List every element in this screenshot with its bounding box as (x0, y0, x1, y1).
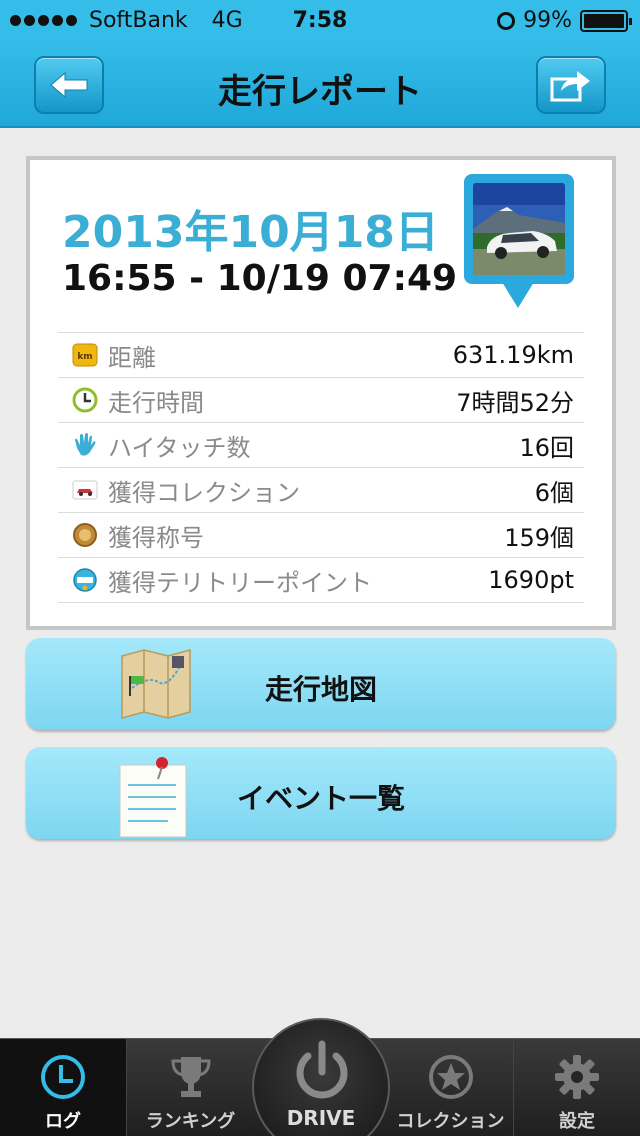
drive-label: DRIVE (286, 1106, 356, 1130)
tab-collection[interactable]: コレクション (388, 1039, 514, 1136)
trophy-icon (170, 1057, 211, 1097)
drive-map-label: 走行地図 (264, 673, 377, 706)
car-card-icon (72, 477, 98, 503)
stat-label: ハイタッチ数 (108, 433, 251, 462)
stat-row-collection: 獲得コレクション 6個 (58, 468, 584, 513)
stat-row-distance: km 距離 631.19km (58, 333, 584, 378)
drive-map-button[interactable]: 走行地図 (26, 638, 616, 730)
tab-label: コレクション (396, 1111, 505, 1132)
medal-icon (72, 522, 98, 548)
tab-label: ログ (45, 1111, 81, 1132)
power-icon (296, 1040, 348, 1099)
spot-icon (72, 567, 98, 593)
tab-log[interactable]: ログ (0, 1039, 126, 1136)
drive-report-card: 2013年10月18日 16:55 - 10/19 07:49 km 距離 63… (26, 156, 616, 630)
stat-row-high-fives: ハイタッチ数 16回 (58, 423, 584, 468)
alarm-icon (497, 11, 516, 30)
svg-text:km: km (77, 352, 92, 362)
tab-ranking[interactable]: ランキング (126, 1039, 254, 1136)
stat-label: 走行時間 (108, 388, 204, 417)
navigation-bar: 走行レポート (0, 40, 640, 128)
clock-icon (41, 1055, 85, 1099)
stat-label: 獲得コレクション (108, 478, 300, 507)
share-button[interactable] (536, 56, 606, 114)
status-bar: SoftBank 4G 7:58 99% (0, 0, 640, 40)
high-five-icon (72, 432, 98, 458)
report-date: 2013年10月18日 (62, 207, 439, 258)
drive-button[interactable]: DRIVE (252, 1018, 390, 1136)
stat-value: 631.19km (452, 341, 574, 369)
stat-label: 距離 (108, 343, 156, 372)
stat-row-territory-points: 獲得テリトリーポイント 1690pt (58, 558, 584, 603)
tab-label: ランキング (145, 1111, 236, 1132)
report-time-range: 16:55 - 10/19 07:49 (62, 258, 458, 299)
stat-value: 7時間52分 (456, 388, 574, 417)
tab-label: 設定 (559, 1111, 595, 1132)
event-list-label: イベント一覧 (236, 782, 405, 815)
km-icon: km (72, 342, 98, 368)
event-list-button[interactable]: イベント一覧 (26, 747, 616, 839)
stat-row-drive-time: 走行時間 7時間52分 (58, 378, 584, 423)
stat-row-titles: 獲得称号 159個 (58, 513, 584, 558)
stats-list: km 距離 631.19km 走行時間 7時間52分 ハイタッチ数 16回 獲得… (58, 332, 584, 603)
stat-value: 6個 (534, 478, 574, 507)
battery-percent: 99% (523, 8, 572, 33)
stat-value: 1690pt (488, 566, 574, 594)
stat-value: 16回 (519, 433, 574, 462)
share-arrow-icon (550, 71, 590, 102)
gear-icon (555, 1055, 599, 1099)
tab-settings[interactable]: 設定 (514, 1039, 640, 1136)
photo-pin[interactable] (464, 174, 574, 308)
stat-value: 159個 (504, 523, 574, 552)
stat-label: 獲得称号 (108, 523, 204, 552)
drive-photo (473, 183, 565, 275)
stat-label: 獲得テリトリーポイント (108, 568, 372, 597)
clock-icon (72, 387, 98, 413)
battery-icon (580, 9, 632, 32)
star-badge-icon (428, 1055, 473, 1099)
